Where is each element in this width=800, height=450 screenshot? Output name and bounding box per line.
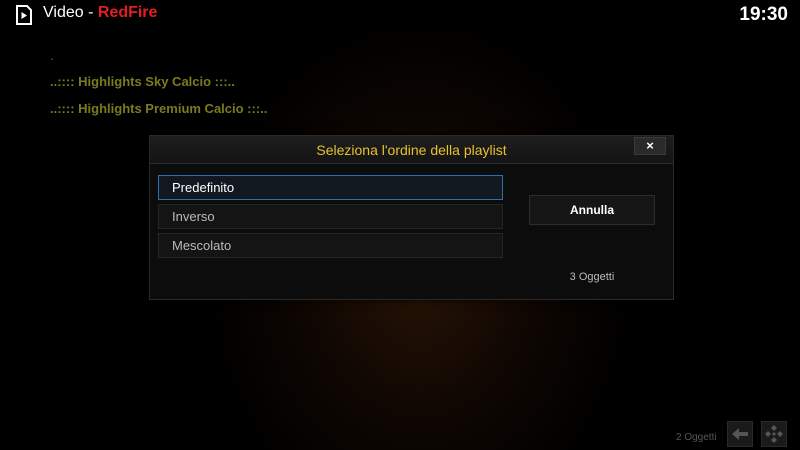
kodi-logo-icon [765,425,783,443]
options-list: Predefinito Inverso Mescolato [158,175,503,262]
clock: 19:30 [739,4,788,25]
option-mescolato[interactable]: Mescolato [158,233,503,258]
playlist-order-dialog: Seleziona l'ordine della playlist × Pred… [149,135,674,300]
title-separator: - [83,4,98,21]
cancel-button[interactable]: Annulla [529,195,655,225]
addon-name: RedFire [97,4,158,21]
back-arrow-icon [732,428,748,440]
dialog-header: Seleziona l'ordine della playlist × [150,136,673,164]
window-title: Video - RedFire [43,4,157,22]
home-button[interactable] [761,421,787,447]
close-button[interactable]: × [634,137,666,155]
back-button[interactable] [727,421,753,447]
option-inverso[interactable]: Inverso [158,204,503,229]
list-item-premium-calcio[interactable]: ..:::: Highlights Premium Calcio :::.. [50,95,267,122]
dialog-item-count: 3 Oggetti [569,271,615,283]
footer-item-count: 2 Oggetti [676,432,717,443]
video-play-icon [16,5,32,25]
dialog-title: Seleziona l'ordine della playlist [316,142,507,158]
background-list: . ..:::: Highlights Sky Calcio :::.. ..:… [50,48,267,122]
list-marker: . [50,48,54,63]
list-item-sky-calcio[interactable]: ..:::: Highlights Sky Calcio :::.. [50,68,267,95]
section-name: Video [43,4,84,21]
top-bar: Video - RedFire 19:30 [0,0,800,30]
option-predefinito[interactable]: Predefinito [158,175,503,200]
